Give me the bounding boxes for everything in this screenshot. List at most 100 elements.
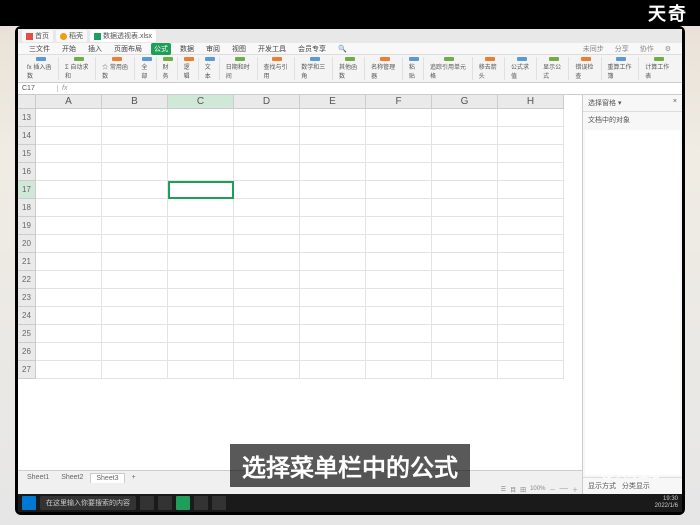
row-header[interactable]: 20 [18,235,36,253]
col-header-C[interactable]: C [168,95,234,109]
cell-C21[interactable] [168,253,234,271]
row-header[interactable]: 18 [18,199,36,217]
tab-workbook[interactable]: 数据透视表.xlsx [90,30,156,42]
cell-C20[interactable] [168,235,234,253]
tab-home[interactable]: 首页 [22,30,53,42]
task-icon[interactable] [140,496,154,510]
cell-B13[interactable] [102,109,168,127]
cell-D16[interactable] [234,163,300,181]
row-header[interactable]: 21 [18,253,36,271]
ribbon-group[interactable]: 计算工作表 [642,57,676,80]
cell-B22[interactable] [102,271,168,289]
cell-E26[interactable] [300,343,366,361]
cell-H14[interactable] [498,127,564,145]
cell-H21[interactable] [498,253,564,271]
cell-B14[interactable] [102,127,168,145]
cell-F18[interactable] [366,199,432,217]
taskbar-search[interactable]: 在这里输入你要搜索的内容 [40,496,136,510]
row-header[interactable]: 26 [18,343,36,361]
tab-docer[interactable]: 稻壳 [56,30,87,42]
col-header-F[interactable]: F [366,95,432,109]
task-icon[interactable] [176,496,190,510]
cell-A15[interactable] [36,145,102,163]
cell-B25[interactable] [102,325,168,343]
cell-C17[interactable] [168,181,234,199]
cell-G17[interactable] [432,181,498,199]
cell-B17[interactable] [102,181,168,199]
task-icon[interactable] [158,496,172,510]
ribbon-group[interactable]: 全部 [138,57,156,80]
cell-D27[interactable] [234,361,300,379]
row-header[interactable]: 25 [18,325,36,343]
cell-B15[interactable] [102,145,168,163]
cell-E27[interactable] [300,361,366,379]
cell-G27[interactable] [432,361,498,379]
menu-review[interactable]: 审阅 [203,43,223,55]
cell-A24[interactable] [36,307,102,325]
cell-A22[interactable] [36,271,102,289]
cell-A19[interactable] [36,217,102,235]
cell-A25[interactable] [36,325,102,343]
cell-B26[interactable] [102,343,168,361]
cell-D18[interactable] [234,199,300,217]
ribbon-group[interactable]: Σ 自动求和 [62,57,96,80]
row-header[interactable]: 15 [18,145,36,163]
cell-G22[interactable] [432,271,498,289]
cell-D20[interactable] [234,235,300,253]
row-header[interactable]: 19 [18,217,36,235]
ribbon-group[interactable]: 公式求值 [508,57,537,80]
col-header-H[interactable]: H [498,95,564,109]
cell-F22[interactable] [366,271,432,289]
menu-start[interactable]: 开始 [59,43,79,55]
task-icon[interactable] [212,496,226,510]
cell-C19[interactable] [168,217,234,235]
menu-view[interactable]: 视图 [229,43,249,55]
ribbon-group[interactable]: ☆ 常用函数 [99,57,135,80]
cell-E24[interactable] [300,307,366,325]
ribbon-group[interactable]: fx 插入函数 [24,57,59,80]
ribbon-group[interactable]: 财务 [160,57,178,80]
row-header[interactable]: 27 [18,361,36,379]
cell-B19[interactable] [102,217,168,235]
ribbon-group[interactable]: 数学和三角 [298,57,333,80]
cell-E18[interactable] [300,199,366,217]
cell-D24[interactable] [234,307,300,325]
row-header[interactable]: 14 [18,127,36,145]
menu-file[interactable]: 三文件 [26,43,53,55]
cell-D15[interactable] [234,145,300,163]
ribbon-group[interactable]: 显示公式 [540,57,569,80]
cell-G20[interactable] [432,235,498,253]
cell-D13[interactable] [234,109,300,127]
cell-G25[interactable] [432,325,498,343]
cell-C15[interactable] [168,145,234,163]
ribbon-group[interactable]: 逻辑 [181,57,199,80]
ribbon-group[interactable]: 文本 [202,57,220,80]
cell-H16[interactable] [498,163,564,181]
cell-G16[interactable] [432,163,498,181]
cell-E13[interactable] [300,109,366,127]
ribbon-group[interactable]: 查找与引用 [261,57,296,80]
task-icon[interactable] [194,496,208,510]
cell-F13[interactable] [366,109,432,127]
cell-G19[interactable] [432,217,498,235]
cell-C13[interactable] [168,109,234,127]
row-header[interactable]: 22 [18,271,36,289]
ribbon-group[interactable]: 其他函数 [336,57,365,80]
cell-H17[interactable] [498,181,564,199]
cell-C25[interactable] [168,325,234,343]
cell-H19[interactable] [498,217,564,235]
cell-F27[interactable] [366,361,432,379]
col-header-B[interactable]: B [102,95,168,109]
row-header[interactable]: 17 [18,181,36,199]
cell-G13[interactable] [432,109,498,127]
cell-C16[interactable] [168,163,234,181]
ribbon-group[interactable]: 粘贴 [406,57,424,80]
cell-C22[interactable] [168,271,234,289]
cell-C26[interactable] [168,343,234,361]
row-header[interactable]: 23 [18,289,36,307]
cell-B18[interactable] [102,199,168,217]
ribbon-group[interactable]: 错误检查 [572,57,601,80]
cell-C27[interactable] [168,361,234,379]
cell-A26[interactable] [36,343,102,361]
cell-H27[interactable] [498,361,564,379]
